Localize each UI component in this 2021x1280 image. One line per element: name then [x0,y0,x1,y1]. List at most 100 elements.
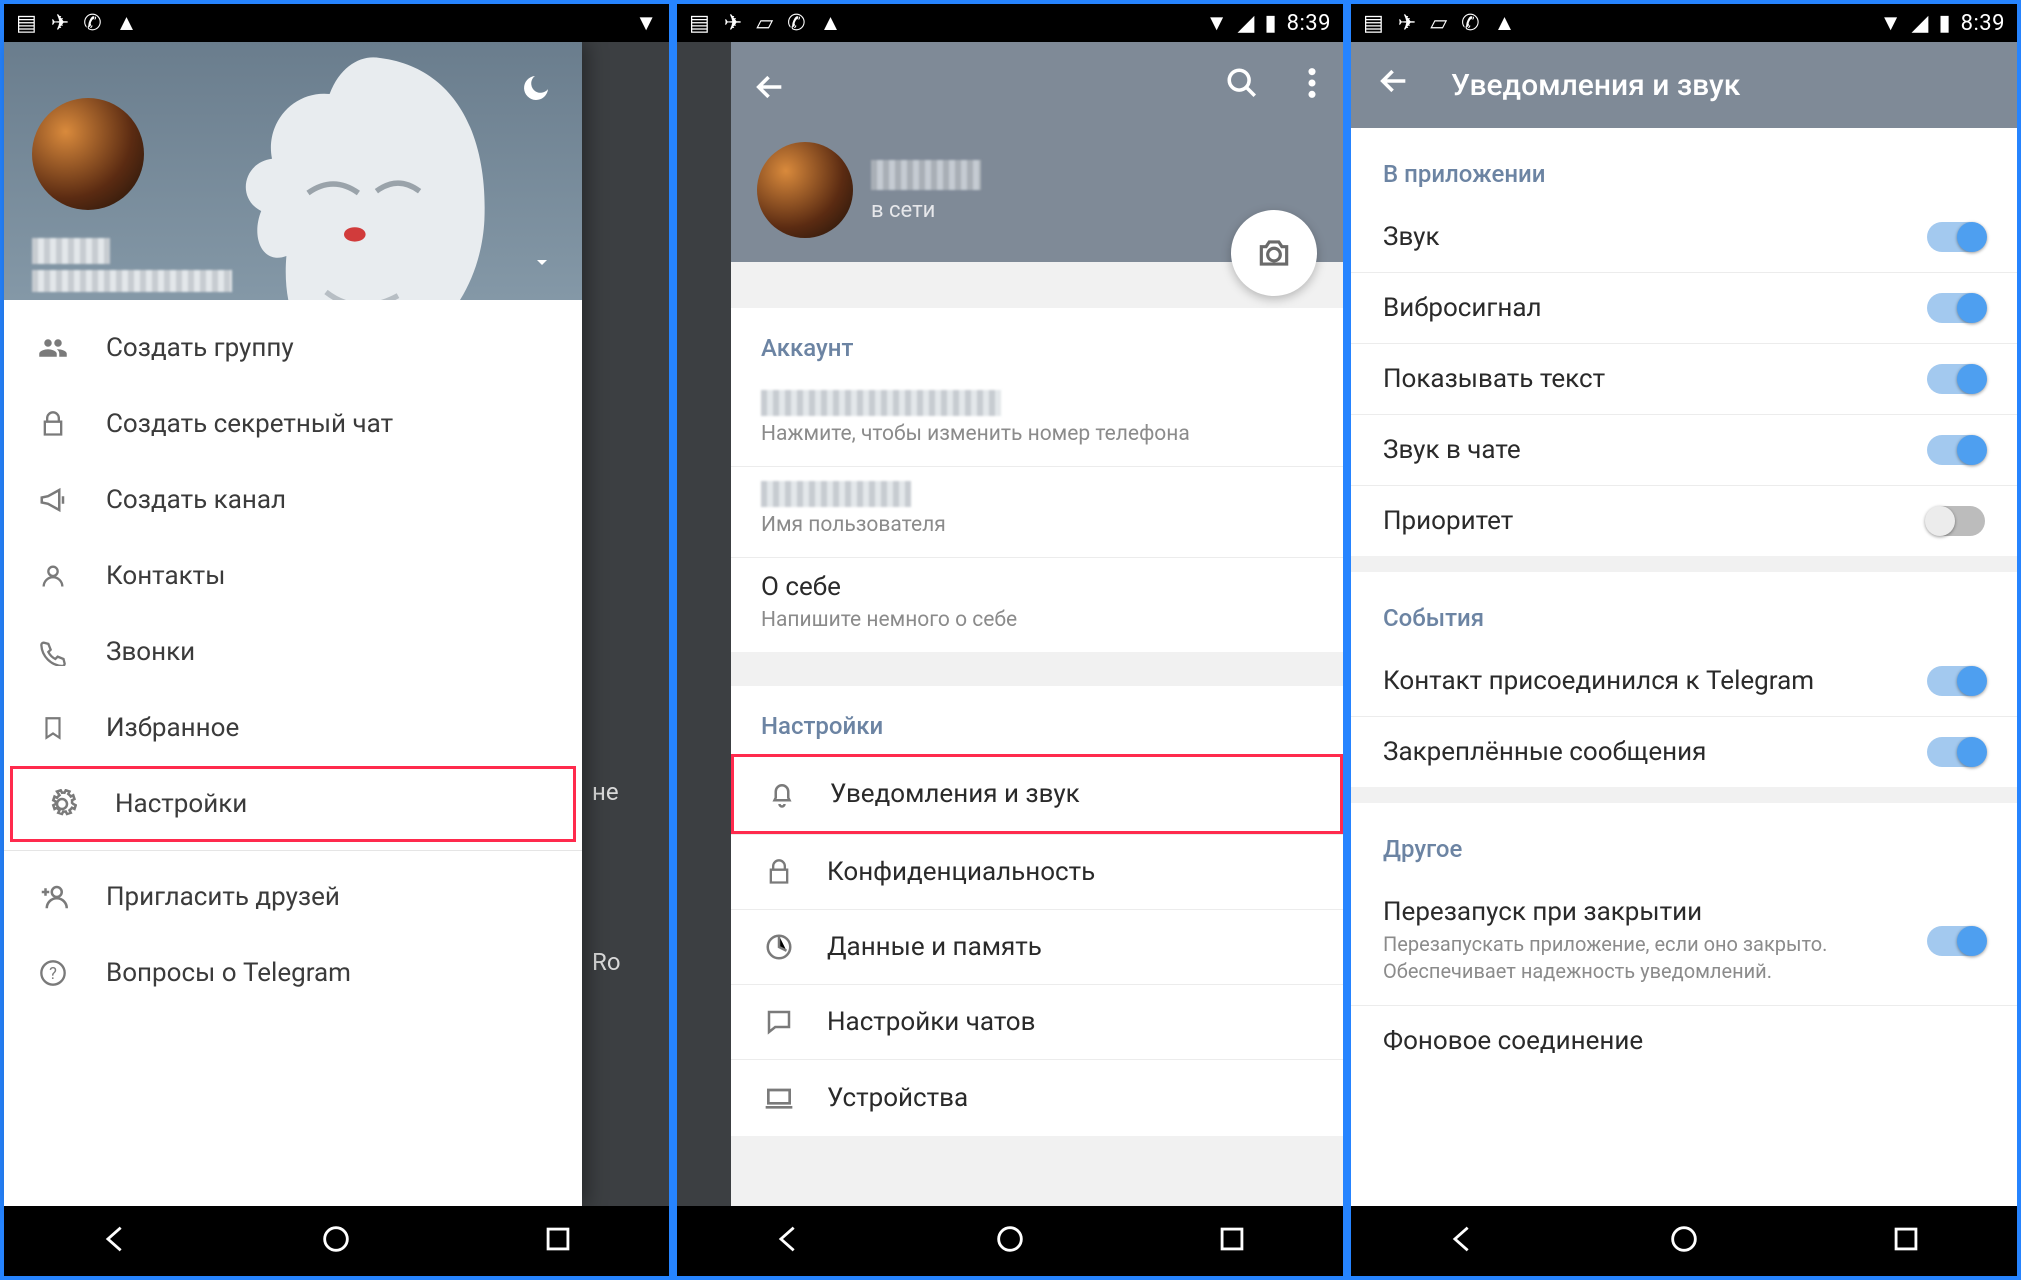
menu-invite[interactable]: Пригласить друзей [4,859,582,935]
settings-screen: в сети Аккаунт Нажмите, чтобы изменить н… [731,42,1343,1206]
phone-notifications: ▤ ✈ ▱ ✆ ▲ ▼ ◢ ▮ 8:39 Уведомления и звук … [1347,0,2021,1280]
warning-icon: ▲ [1494,10,1516,36]
nav-recent-icon[interactable] [1215,1222,1249,1260]
switch[interactable] [1927,293,1985,323]
menu-label: Создать канал [106,485,286,515]
toggle-label: Закреплённые сообщения [1383,737,1927,767]
bookmark-icon [34,715,72,741]
menu-faq[interactable]: ? Вопросы о Telegram [4,935,582,1011]
battery-icon: ▮ [1938,11,1950,36]
menu-label: Настройки [115,789,247,819]
more-icon[interactable] [1307,66,1317,104]
menu-list: Создать группу Создать секретный чат Соз… [4,300,582,1011]
toggle-sound[interactable]: Звук [1351,202,2017,273]
nav-back-icon[interactable] [771,1222,805,1260]
menu-calls[interactable]: Звонки [4,614,582,690]
menu-label: Контакты [106,561,225,591]
row-label: Конфиденциальность [827,857,1095,887]
nav-bar [677,1206,1343,1276]
msg-icon: ▤ [16,11,37,36]
menu-create-group[interactable]: Создать группу [4,310,582,386]
section-other: Другое [1351,803,2017,877]
switch[interactable] [1927,666,1985,696]
menu-create-channel[interactable]: Создать канал [4,462,582,538]
nav-recent-icon[interactable] [1889,1222,1923,1260]
switch[interactable] [1927,435,1985,465]
avatar[interactable] [757,142,853,238]
toggle-pinned[interactable]: Закреплённые сообщения [1351,717,2017,787]
image-icon: ▱ [756,11,773,36]
switch[interactable] [1927,737,1985,767]
switch[interactable] [1927,506,1985,536]
person-icon [34,562,72,590]
row-chat-settings[interactable]: Настройки чатов [731,984,1343,1059]
row-notifications[interactable]: Уведомления и звук [734,757,1340,831]
plane-icon: ✈ [724,11,742,36]
back-icon[interactable] [753,70,787,108]
menu-label: Создать секретный чат [106,409,393,439]
wifi-icon: ▼ [1880,10,1902,36]
nav-home-icon[interactable] [1667,1222,1701,1260]
field-about[interactable]: О себе Напишите немного о себе [731,557,1343,652]
search-icon[interactable] [1225,66,1259,104]
help-icon: ? [34,959,72,987]
camera-button[interactable] [1231,210,1317,296]
field-username[interactable]: Имя пользователя [731,466,1343,557]
toggle-contact-joined[interactable]: Контакт присоединился к Telegram [1351,646,2017,717]
chevron-down-icon[interactable] [530,250,554,278]
toggle-bg-connection[interactable]: Фоновое соединение [1351,1006,2017,1076]
user-status: в сети [871,198,935,223]
msg-icon: ▤ [689,11,710,36]
bell-icon [764,779,800,809]
add-person-icon [34,882,72,912]
whatsapp-icon: ✆ [1461,11,1479,36]
status-bar: ▤ ✈ ✆ ▲ ▼ [4,4,669,42]
field-phone[interactable]: Нажмите, чтобы изменить номер телефона [731,376,1343,466]
toggle-priority[interactable]: Приоритет [1351,486,2017,556]
moon-icon[interactable] [520,72,552,108]
avatar[interactable] [32,98,144,210]
row-devices[interactable]: Устройства [731,1059,1343,1136]
toggle-chat-sound[interactable]: Звук в чате [1351,415,2017,486]
field-sub: Имя пользователя [761,513,1313,537]
menu-divider [4,850,582,851]
toggle-preview[interactable]: Показывать текст [1351,344,2017,415]
nav-home-icon[interactable] [993,1222,1027,1260]
switch[interactable] [1927,364,1985,394]
menu-label: Звонки [106,637,195,667]
lock-icon [761,858,797,886]
nav-back-icon[interactable] [98,1222,132,1260]
plane-icon: ✈ [1398,11,1416,36]
signal-icon: ◢ [1912,11,1929,36]
nav-recent-icon[interactable] [541,1222,575,1260]
toggle-keep-alive[interactable]: Перезапуск при закрытии Перезапускать пр… [1351,877,2017,1006]
section-events: События [1351,572,2017,646]
row-privacy[interactable]: Конфиденциальность [731,834,1343,909]
notifications-screen: Уведомления и звук В приложении Звук Виб… [1351,42,2017,1206]
menu-label: Пригласить друзей [106,882,340,912]
section-settings: Настройки [731,686,1343,754]
back-icon[interactable] [1377,64,1411,106]
switch[interactable] [1927,926,1985,956]
status-time: 8:39 [1961,11,2005,36]
wifi-icon: ▼ [1206,10,1228,36]
chat-icon [761,1007,797,1037]
page-title: Уведомления и звук [1451,68,1740,103]
menu-contacts[interactable]: Контакты [4,538,582,614]
switch[interactable] [1927,222,1985,252]
menu-saved[interactable]: Избранное [4,690,582,766]
laptop-icon [761,1082,797,1114]
status-bar: ▤ ✈ ▱ ✆ ▲ ▼ ◢ ▮ 8:39 [1351,4,2017,42]
menu-settings[interactable]: Настройки [10,766,576,842]
group-icon [34,333,72,363]
david-art [182,42,542,300]
drawer-header[interactable] [4,42,582,300]
bg-text: не [582,772,669,812]
toggle-vibrate[interactable]: Вибросигнал [1351,273,2017,344]
row-data[interactable]: Данные и память [731,909,1343,984]
nav-home-icon[interactable] [319,1222,353,1260]
menu-label: Вопросы о Telegram [106,958,351,988]
nav-back-icon[interactable] [1445,1222,1479,1260]
menu-secret-chat[interactable]: Создать секретный чат [4,386,582,462]
toggle-label: Перезапуск при закрытии [1383,897,1927,927]
